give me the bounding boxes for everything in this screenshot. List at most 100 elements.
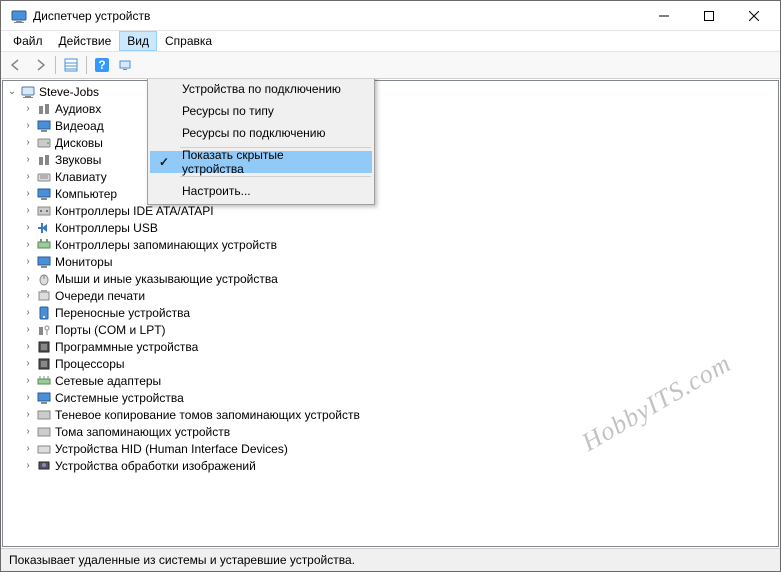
tree-item[interactable]: ›Системные устройства [3, 389, 778, 406]
expand-icon[interactable]: › [21, 153, 35, 167]
toolbar: ? [1, 52, 780, 79]
back-button[interactable] [5, 54, 27, 76]
tree-item[interactable]: › Контроллеры запоминающих устройств [3, 236, 778, 253]
dd-resources-by-connection[interactable]: Ресурсы по подключению [150, 122, 372, 144]
device-category-icon [36, 271, 52, 287]
tree-item[interactable]: ›Порты (COM и LPT) [3, 321, 778, 338]
device-tree-pane[interactable]: ⌄ Steve-Jobs ›Аудиовх›Видеоад›Дисковы›Зв… [2, 80, 779, 547]
tree-item[interactable]: › Контроллеры USB [3, 219, 778, 236]
tree-item[interactable]: › Переносные устройства [3, 304, 778, 321]
app-icon [11, 8, 27, 24]
tree-root[interactable]: ⌄ Steve-Jobs [3, 83, 778, 100]
tree-item-label: Контроллеры запоминающих устройств [55, 238, 277, 252]
dropdown-separator [180, 176, 371, 177]
maximize-button[interactable] [686, 1, 731, 30]
expand-icon[interactable]: › [21, 238, 35, 252]
menu-view[interactable]: Вид [119, 31, 157, 51]
tree-item[interactable]: ›Сетевые адаптеры [3, 372, 778, 389]
menu-action[interactable]: Действие [51, 31, 120, 51]
tree-item[interactable]: › Очереди печати [3, 287, 778, 304]
device-category-icon [36, 203, 52, 219]
tree-item[interactable]: › Устройства обработки изображений [3, 457, 778, 474]
check-icon: ✓ [150, 151, 178, 173]
svg-text:?: ? [98, 58, 105, 72]
dd-devices-by-connection[interactable]: Устройства по подключению [150, 79, 372, 100]
tree-item[interactable]: ›Аудиовх [3, 100, 778, 117]
minimize-button[interactable] [641, 1, 686, 30]
expand-icon[interactable]: › [21, 170, 35, 184]
dd-resources-by-type[interactable]: Ресурсы по типу [150, 100, 372, 122]
menubar: Файл Действие Вид Справка [1, 31, 780, 52]
tree-item-label: Мыши и иные указывающие устройства [55, 272, 278, 286]
tree-item[interactable]: › Звуковы [3, 151, 778, 168]
status-text: Показывает удаленные из системы и устаре… [9, 553, 355, 567]
view-dropdown: Устройства по типу Устройства по подключ… [147, 79, 375, 205]
tree-item-label: Контроллеры USB [55, 221, 158, 235]
expand-icon[interactable]: › [21, 221, 35, 235]
expand-icon[interactable]: › [21, 119, 35, 133]
device-category-icon [36, 373, 52, 389]
expand-icon[interactable]: › [21, 357, 35, 371]
tree-item[interactable]: › Дисковы [3, 134, 778, 151]
tree-item[interactable]: ›Контроллеры IDE ATA/ATAPI [3, 202, 778, 219]
dd-show-hidden[interactable]: ✓ Показать скрытые устройства [150, 151, 372, 173]
expand-icon[interactable]: › [21, 255, 35, 269]
tree-item-label: Очереди печати [55, 289, 145, 303]
device-category-icon [36, 152, 52, 168]
help-button[interactable]: ? [91, 54, 113, 76]
device-category-icon [36, 254, 52, 270]
expand-icon[interactable]: › [21, 187, 35, 201]
device-category-icon [36, 458, 52, 474]
expand-icon[interactable]: › [21, 204, 35, 218]
expand-icon[interactable]: › [21, 306, 35, 320]
device-category-icon [36, 118, 52, 134]
tree-item[interactable]: › Мониторы [3, 253, 778, 270]
tree-item[interactable]: › Мыши и иные указывающие устройства [3, 270, 778, 287]
tree-item-label: Устройства HID (Human Interface Devices) [55, 442, 288, 456]
tree-root-label: Steve-Jobs [39, 85, 99, 99]
dd-customize[interactable]: Настроить... [150, 180, 372, 202]
forward-button[interactable] [29, 54, 51, 76]
tree-item[interactable]: ›Компьютер [3, 185, 778, 202]
tree-item-label: Устройства обработки изображений [55, 459, 256, 473]
expand-icon[interactable]: › [21, 408, 35, 422]
device-category-icon [36, 322, 52, 338]
tree-item-label: Переносные устройства [55, 306, 190, 320]
menu-file[interactable]: Файл [5, 31, 51, 51]
scan-button[interactable] [115, 54, 137, 76]
device-category-icon [36, 220, 52, 236]
expand-icon[interactable]: › [21, 289, 35, 303]
tree-item[interactable]: ›Клавиату [3, 168, 778, 185]
device-category-icon [36, 424, 52, 440]
expand-icon[interactable]: › [21, 102, 35, 116]
expand-icon[interactable]: › [21, 323, 35, 337]
expand-icon[interactable]: › [21, 459, 35, 473]
tree-item-label: Звуковы [55, 153, 101, 167]
tree-item-label: Теневое копирование томов запоминающих у… [55, 408, 360, 422]
tree-item[interactable]: ›Видеоад [3, 117, 778, 134]
tree-item[interactable]: › Теневое копирование томов запоминающих … [3, 406, 778, 423]
device-category-icon [36, 101, 52, 117]
expand-icon[interactable]: › [21, 340, 35, 354]
tree-item[interactable]: › Устройства HID (Human Interface Devices… [3, 440, 778, 457]
tree-item[interactable]: ›Тома запоминающих устройств [3, 423, 778, 440]
device-manager-window: Диспетчер устройств Файл Действие Вид Сп… [0, 0, 781, 572]
device-tree: ⌄ Steve-Jobs ›Аудиовх›Видеоад›Дисковы›Зв… [3, 81, 778, 476]
properties-button[interactable] [60, 54, 82, 76]
tree-item[interactable]: › Программные устройства [3, 338, 778, 355]
tree-item-label: Мониторы [55, 255, 112, 269]
expand-icon[interactable]: › [21, 442, 35, 456]
expand-icon[interactable]: › [21, 425, 35, 439]
device-category-icon [36, 441, 52, 457]
expand-icon[interactable]: › [21, 391, 35, 405]
tree-item-label: Программные устройства [55, 340, 198, 354]
device-category-icon [36, 390, 52, 406]
expand-icon[interactable]: › [21, 374, 35, 388]
expand-icon[interactable]: › [21, 272, 35, 286]
collapse-icon[interactable]: ⌄ [5, 85, 19, 99]
tree-item[interactable]: ›Процессоры [3, 355, 778, 372]
menu-help[interactable]: Справка [157, 31, 220, 51]
tree-item-label: Дисковы [55, 136, 103, 150]
close-button[interactable] [731, 1, 776, 30]
expand-icon[interactable]: › [21, 136, 35, 150]
